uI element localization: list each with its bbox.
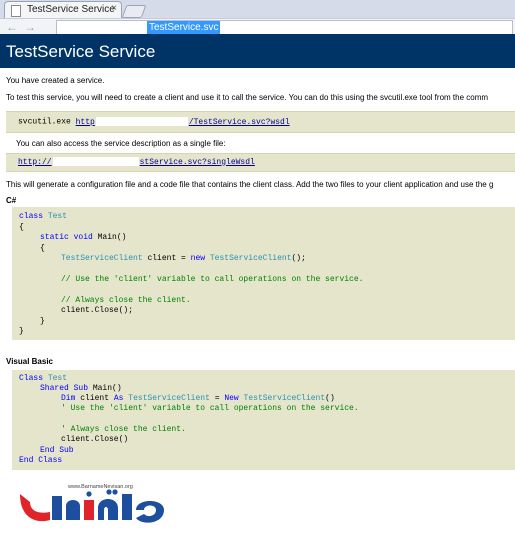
single-wsdl-box: http:// stService.svc?singleWsdl xyxy=(6,153,515,172)
logo-dot xyxy=(86,491,92,497)
code-brace: { xyxy=(40,244,45,253)
code-text: () xyxy=(325,394,335,403)
code-type: TestServiceClient xyxy=(128,394,210,403)
logo-dot xyxy=(112,489,118,495)
tab-title: TestService Service xyxy=(27,4,115,15)
code-comment: // Use the 'client' variable to call ope… xyxy=(61,275,364,284)
url-selection: TestService.svc xyxy=(147,21,221,34)
csharp-heading: C# xyxy=(6,196,17,205)
logo-dot xyxy=(106,489,112,495)
address-bar[interactable]: TestService.svc xyxy=(56,20,513,35)
created-text: You have created a service. xyxy=(6,76,105,85)
single-wsdl-link[interactable]: http:// stService.svc?singleWsdl xyxy=(18,157,255,167)
barnamenevisan-logo: www.BarnameNevisan.org xyxy=(20,484,164,523)
vb-heading: Visual Basic xyxy=(6,357,53,366)
page-title: TestService Service xyxy=(6,42,156,61)
code-keyword: class xyxy=(19,212,44,221)
vb-code-block: Class Test Shared Sub Main() Dim client … xyxy=(12,370,515,470)
forward-arrow-icon[interactable]: → xyxy=(24,20,36,34)
page-icon xyxy=(11,5,21,17)
code-text: (); xyxy=(291,254,306,263)
svcutil-command-box: svcutil.exe http/TestService.svc?wsdl xyxy=(6,111,515,133)
wsdl-link-prefix: http xyxy=(75,117,95,127)
code-keyword: new xyxy=(190,254,206,263)
logo-shape xyxy=(66,500,80,520)
code-type: TestServiceClient xyxy=(209,254,292,263)
code-type: TestServiceClient xyxy=(243,394,326,403)
redacted-host xyxy=(95,117,188,126)
code-keyword: Shared Sub xyxy=(40,384,89,393)
logo-shape xyxy=(136,501,164,523)
code-type: Test xyxy=(47,212,68,221)
code-text: client.Close(); xyxy=(61,306,134,315)
browser-toolbar: ← → TestService.svc xyxy=(0,18,515,35)
code-keyword: New xyxy=(224,394,239,403)
logo-shape xyxy=(84,500,94,520)
page-banner: TestService Service xyxy=(0,34,515,68)
code-keyword: static void xyxy=(40,233,93,242)
code-brace: { xyxy=(19,223,24,232)
code-comment: ' Use the 'client' variable to call oper… xyxy=(61,404,359,413)
back-arrow-icon[interactable]: ← xyxy=(6,20,18,34)
code-text: client = xyxy=(147,254,186,263)
wsdl-link[interactable]: http/TestService.svc?wsdl xyxy=(75,117,290,127)
single-link-prefix: http:// xyxy=(18,157,52,167)
code-text: = xyxy=(214,394,220,403)
single-file-text: You can also access the service descript… xyxy=(16,139,226,148)
code-method: Main() xyxy=(97,233,127,242)
instructions-text: To test this service, you will need to c… xyxy=(6,93,489,102)
code-text: client xyxy=(80,394,110,403)
code-keyword: As xyxy=(113,394,124,403)
generate-text: This will generate a configuration file … xyxy=(6,180,494,189)
tab-close-icon[interactable]: × xyxy=(111,3,117,14)
code-method: Main() xyxy=(92,384,122,393)
code-type: TestServiceClient xyxy=(61,254,143,263)
redacted-url xyxy=(59,22,145,33)
logo-shape xyxy=(52,496,62,520)
redacted-host xyxy=(52,157,139,166)
code-keyword: Dim xyxy=(61,394,76,403)
logo-shape xyxy=(98,499,118,520)
wsdl-link-suffix: /TestService.svc?wsdl xyxy=(188,117,290,127)
logo-site-text: www.BarnameNevisan.org xyxy=(67,484,133,490)
csharp-code-block: class Test { static void Main() { TestSe… xyxy=(12,207,515,340)
browser-tab[interactable]: TestService Service × xyxy=(4,1,122,19)
single-link-suffix: stService.svc?singleWsdl xyxy=(139,157,255,167)
code-keyword: End Class xyxy=(19,456,63,465)
code-keyword: Class xyxy=(19,374,44,383)
code-brace: } xyxy=(19,327,24,336)
code-text: client.Close() xyxy=(61,435,129,444)
new-tab-button[interactable] xyxy=(121,5,147,18)
code-type: Test xyxy=(47,374,68,383)
code-keyword: End Sub xyxy=(40,446,74,455)
code-comment: // Always close the client. xyxy=(61,296,191,305)
code-comment: ' Always close the client. xyxy=(61,425,186,434)
svcutil-command: svcutil.exe xyxy=(18,117,71,127)
logo-shape xyxy=(20,494,50,522)
logo-shape xyxy=(122,494,132,520)
browser-chrome: TestService Service × ← → TestService.sv… xyxy=(0,0,515,35)
code-brace: } xyxy=(40,317,45,326)
